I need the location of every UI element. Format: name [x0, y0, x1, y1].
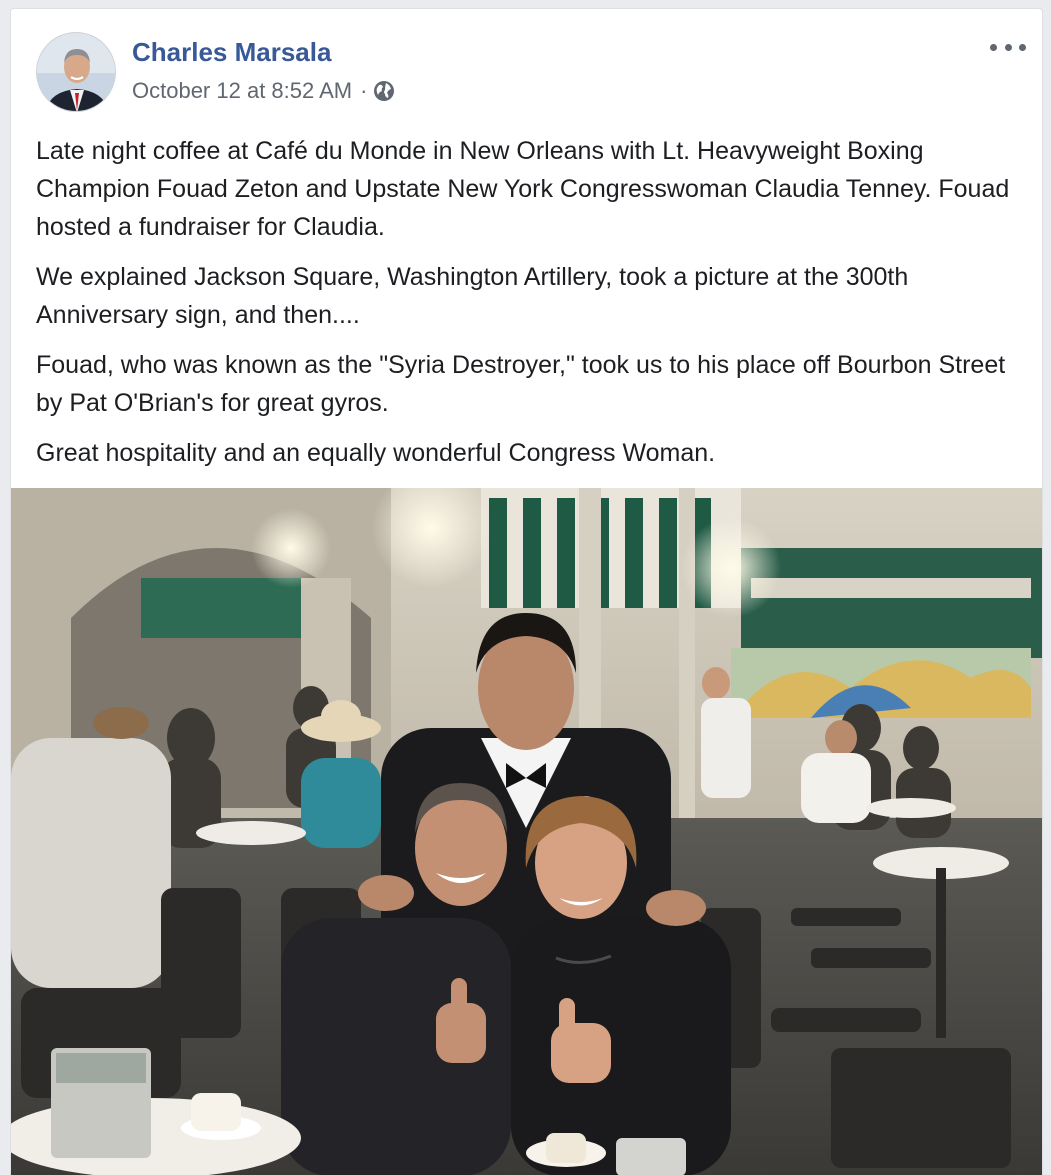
avatar-image: [37, 33, 115, 111]
post-paragraph-4: Great hospitality and an equally wonderf…: [36, 439, 716, 467]
more-dot: [1019, 43, 1026, 51]
post-header: Charles Marsala October 12 at 8:52 AM ·: [11, 9, 1042, 119]
post-body: Late night coffee at Café du Monde in Ne…: [36, 132, 1026, 484]
post-meta: October 12 at 8:52 AM ·: [132, 78, 395, 104]
avatar[interactable]: [36, 32, 116, 112]
post-photo[interactable]: [11, 488, 1042, 1175]
more-options-icon[interactable]: [990, 35, 1026, 59]
post-paragraph-1: Late night coffee at Café du Monde in Ne…: [36, 137, 1010, 241]
author-name-link[interactable]: Charles Marsala: [132, 37, 331, 68]
post-card: Charles Marsala October 12 at 8:52 AM · …: [10, 8, 1043, 1175]
globe-icon[interactable]: [373, 80, 395, 102]
timestamp-link[interactable]: October 12 at 8:52 AM: [132, 78, 352, 104]
cafe-photo: [11, 488, 1042, 1175]
meta-separator: ·: [360, 78, 368, 103]
more-dot: [990, 43, 997, 51]
post-paragraph-3: Fouad, who was known as the "Syria Destr…: [36, 351, 1006, 417]
more-dot: [1004, 43, 1012, 51]
post-paragraph-2: We explained Jackson Square, Washington …: [36, 263, 909, 329]
